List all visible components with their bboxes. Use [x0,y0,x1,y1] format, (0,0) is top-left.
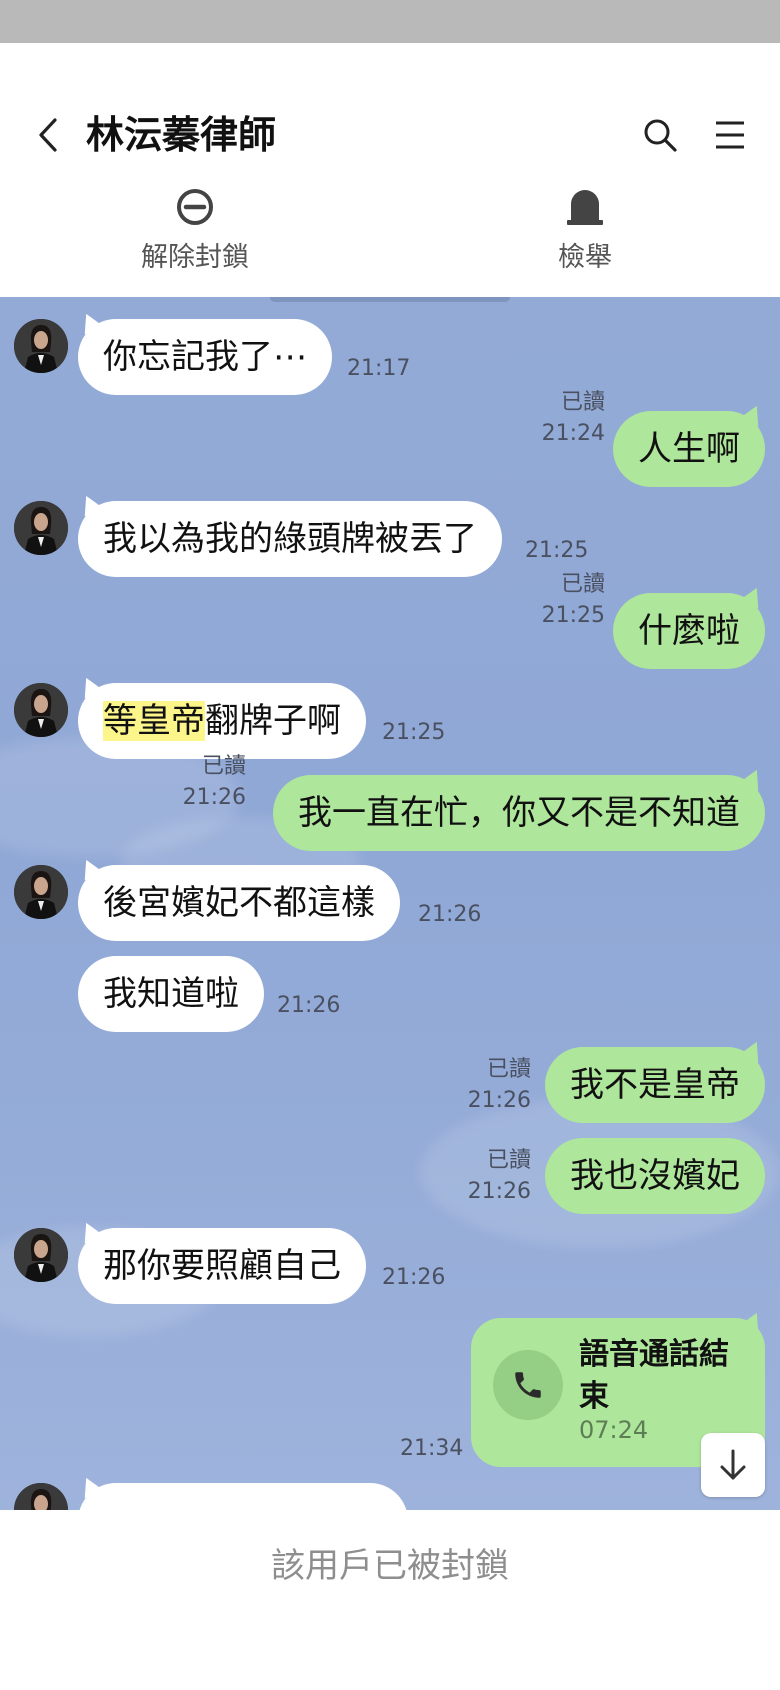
incoming-message[interactable]: 等皇帝翻牌子啊 [78,683,366,759]
message-time: 21:25 [541,603,605,628]
message-time: 21:24 [541,421,605,446]
incoming-message[interactable]: 我以為我的綠頭牌被丟了 [78,501,502,577]
outgoing-message[interactable]: 我一直在忙，你又不是不知道 [273,775,765,851]
incoming-message[interactable]: 後宮嬪妃不都這樣 [78,865,400,941]
message-text: 翻牌子啊 [205,701,341,741]
incoming-message[interactable]: 我知道啦 [78,956,264,1032]
blocked-footer: 該用戶已被封鎖 [0,1510,780,1690]
call-duration: 07:24 [579,1416,649,1444]
message-time: 21:26 [382,1265,446,1290]
chevron-left-icon [39,118,57,152]
unblock-label: 解除封鎖 [141,242,249,273]
header-shadow [270,297,510,302]
hamburger-menu-icon [716,121,744,149]
chat-title: 林沄蓁律師 [86,113,277,157]
avatar[interactable] [14,319,68,373]
report-button[interactable]: 檢舉 [485,185,685,275]
contact-avatar-image [14,683,68,737]
call-status: 語音通話結束 [579,1337,729,1414]
unblock-button[interactable]: 解除封鎖 [95,185,295,275]
avatar[interactable] [14,1483,68,1510]
avatar[interactable] [14,683,68,737]
outgoing-message[interactable]: 人生啊 [613,411,765,487]
message-time: 21:26 [467,1088,531,1113]
search-icon [644,119,677,152]
report-icon [567,190,603,225]
outgoing-message[interactable]: 我也沒嬪妃 [545,1138,765,1214]
read-receipt: 已讀 [486,1148,531,1173]
contact-avatar-image [14,865,68,919]
read-receipt: 已讀 [560,572,605,597]
unblock-icon [177,189,213,225]
chat-area[interactable]: 你忘記我了⋯ 21:17 已讀 21:24 人生啊 我以為我的綠頭牌被丟了 21… [0,297,780,1510]
avatar[interactable] [14,865,68,919]
message-time: 21:34 [400,1436,464,1461]
message-time: 21:17 [347,356,411,381]
contact-avatar-image [14,1483,68,1510]
arrow-down-icon [720,1449,746,1480]
avatar[interactable] [14,1228,68,1282]
message-time: 21:26 [418,902,482,927]
contact-avatar-image [14,319,68,373]
blocked-notice: 該用戶已被封鎖 [271,1546,509,1586]
contact-avatar-image [14,1228,68,1282]
outgoing-message[interactable]: 我不是皇帝 [545,1047,765,1123]
message-time: 21:25 [382,720,446,745]
read-receipt: 已讀 [486,1057,531,1082]
highlighted-text: 等皇帝 [103,701,205,741]
phone-icon [493,1350,563,1420]
scroll-to-bottom-button[interactable] [701,1433,765,1497]
incoming-message[interactable]: 那你要照顧自己 [78,1228,366,1304]
read-receipt: 已讀 [201,754,246,779]
menu-button[interactable] [710,113,750,157]
report-label: 檢舉 [558,242,612,273]
message-time: 21:26 [467,1179,531,1204]
search-button[interactable] [640,113,680,157]
avatar[interactable] [14,501,68,555]
message-time: 21:26 [182,785,246,810]
outgoing-message[interactable]: 什麼啦 [613,593,765,669]
contact-avatar-image [14,501,68,555]
incoming-message[interactable]: 你忘記我了⋯ [78,319,332,395]
back-button[interactable] [30,113,66,157]
incoming-message-partial[interactable] [78,1483,408,1510]
message-time: 21:25 [525,538,589,563]
message-time: 21:26 [277,993,341,1018]
read-receipt: 已讀 [560,390,605,415]
status-bar [0,0,780,43]
